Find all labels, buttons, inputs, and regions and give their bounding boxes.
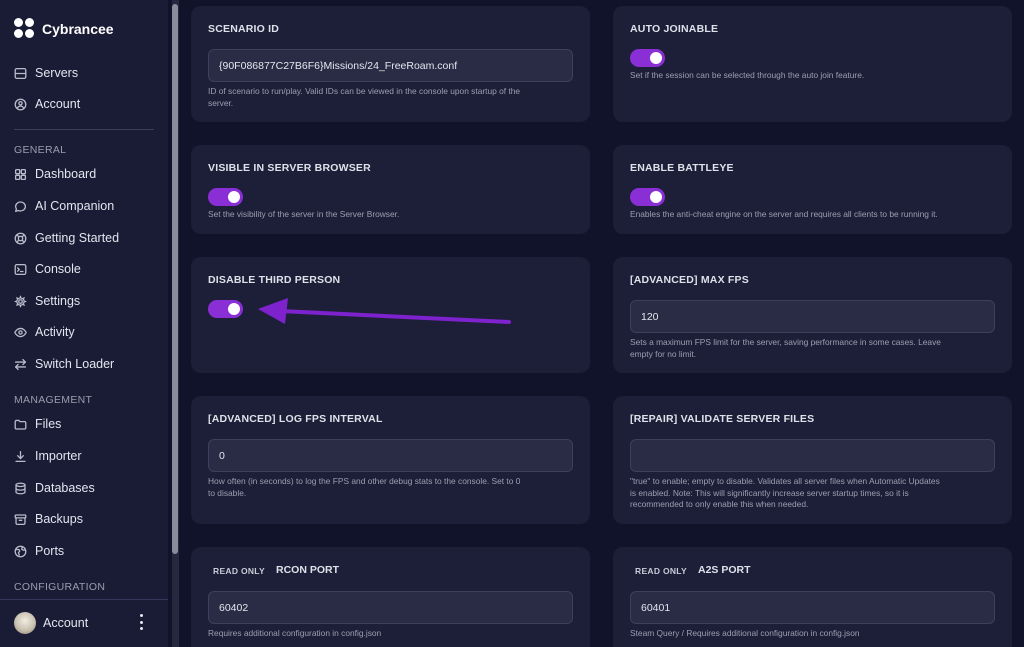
database-icon xyxy=(15,482,26,494)
download-icon xyxy=(15,450,26,462)
sidebar-item-getting-started[interactable]: Getting Started xyxy=(14,229,119,247)
sidebar-item-servers[interactable]: Servers xyxy=(14,64,78,82)
sidebar-item-label: Importer xyxy=(35,449,82,463)
setting-help: Enables the anti-cheat engine on the ser… xyxy=(630,209,938,219)
setting-help: Steam Query / Requires additional config… xyxy=(630,628,860,638)
setting-title: DISABLE THIRD PERSON xyxy=(208,274,341,286)
avatar xyxy=(14,612,36,634)
setting-title: [ADVANCED] MAX FPS xyxy=(630,274,749,286)
folder-icon xyxy=(14,419,27,430)
sidebar-scrollbar-thumb[interactable] xyxy=(172,4,178,554)
setting-help: "true" to enable; empty to disable. Vali… xyxy=(630,476,940,509)
grid-icon xyxy=(14,168,27,180)
sidebar-item-label: Activity xyxy=(35,325,75,339)
setting-title: RCON PORT xyxy=(276,564,339,576)
sidebar-item-label: Ports xyxy=(35,544,65,558)
sidebar-divider xyxy=(14,129,154,130)
annotation-arrow-icon xyxy=(258,298,511,324)
setting-help: Set if the session can be selected throu… xyxy=(630,70,865,80)
sidebar: Cybrancee Servers Account GENERAL Dashbo… xyxy=(0,0,168,647)
sidebar-item-label: Getting Started xyxy=(35,231,120,245)
setting-card-max-fps: [ADVANCED] MAX FPS 120 Sets a maximum FP… xyxy=(613,257,1012,373)
globe-icon xyxy=(14,545,27,557)
setting-card-visible-in-server-browser: VISIBLE IN SERVER BROWSER Set the visibi… xyxy=(191,145,590,234)
max-fps-input[interactable]: 120 xyxy=(630,300,995,333)
sidebar-item-ports[interactable]: Ports xyxy=(14,542,64,560)
sidebar-item-account[interactable]: Account xyxy=(14,95,80,113)
setting-card-validate-server-files: [REPAIR] VALIDATE SERVER FILES "true" to… xyxy=(613,396,1012,524)
disable-third-person-toggle[interactable] xyxy=(208,300,243,318)
archive-icon xyxy=(14,513,27,525)
visible-in-server-browser-toggle[interactable] xyxy=(208,188,243,206)
sidebar-item-label: Servers xyxy=(35,66,79,80)
setting-help: Sets a maximum FPS limit for the server,… xyxy=(630,337,941,359)
auto-joinable-toggle[interactable] xyxy=(630,49,665,67)
section-label-general: GENERAL xyxy=(14,144,67,156)
setting-help: Set the visibility of the server in the … xyxy=(208,209,400,219)
setting-title: [REPAIR] VALIDATE SERVER FILES xyxy=(630,413,815,425)
sidebar-item-label: Switch Loader xyxy=(35,357,115,371)
eye-icon xyxy=(14,327,27,337)
sidebar-item-settings[interactable]: Settings xyxy=(14,292,80,310)
setting-title: VISIBLE IN SERVER BROWSER xyxy=(208,162,371,174)
sidebar-item-activity[interactable]: Activity xyxy=(14,323,75,341)
sidebar-item-label: Settings xyxy=(35,294,81,308)
sidebar-item-dashboard[interactable]: Dashboard xyxy=(14,165,96,183)
sidebar-item-label: Dashboard xyxy=(35,167,97,181)
setting-help: How often (in seconds) to log the FPS an… xyxy=(208,476,521,498)
section-label-configuration: CONFIGURATION xyxy=(14,581,106,593)
log-fps-interval-input[interactable]: 0 xyxy=(208,439,573,472)
setting-help: Requires additional configuration in con… xyxy=(208,628,382,638)
scenario-id-input[interactable]: {90F086877C27B6F6}Missions/24_FreeRoam.c… xyxy=(208,49,573,82)
setting-card-log-fps-interval: [ADVANCED] LOG FPS INTERVAL 0 How often … xyxy=(191,396,590,524)
validate-server-files-input[interactable] xyxy=(630,439,995,472)
setting-card-a2s-port: READ ONLY A2S PORT 60401 Steam Query / R… xyxy=(613,547,1012,647)
setting-help: ID of scenario to run/play. Valid IDs ca… xyxy=(208,86,521,108)
swap-icon xyxy=(14,358,27,370)
server-icon xyxy=(14,67,27,79)
sidebar-item-label: Backups xyxy=(35,512,83,526)
sidebar-item-label: AI Companion xyxy=(35,199,115,213)
sidebar-item-label: Files xyxy=(35,417,62,431)
setting-card-scenario-id: SCENARIO ID {90F086877C27B6F6}Missions/2… xyxy=(191,6,590,122)
read-only-badge: READ ONLY xyxy=(213,566,265,576)
brand-name: Cybrancee xyxy=(42,20,114,37)
kebab-menu-icon[interactable] xyxy=(138,614,144,630)
setting-title: SCENARIO ID xyxy=(208,23,280,35)
gear-icon xyxy=(14,295,27,307)
enable-battleye-toggle[interactable] xyxy=(630,188,665,206)
setting-title: [ADVANCED] LOG FPS INTERVAL xyxy=(208,413,383,425)
lifebuoy-icon xyxy=(14,232,27,244)
setting-title: ENABLE BATTLEYE xyxy=(630,162,734,174)
setting-title: AUTO JOINABLE xyxy=(630,23,719,35)
brand-logo[interactable]: Cybrancee xyxy=(14,18,114,39)
account-menu[interactable]: Account xyxy=(0,599,168,647)
chat-icon xyxy=(14,200,27,212)
sidebar-item-console[interactable]: Console xyxy=(14,260,81,278)
section-label-management: MANAGEMENT xyxy=(14,394,93,406)
brand-logo-icon xyxy=(14,18,35,39)
terminal-icon xyxy=(14,263,27,275)
account-name: Account xyxy=(43,616,89,630)
sidebar-item-ai-companion[interactable]: AI Companion xyxy=(14,197,114,215)
sidebar-item-importer[interactable]: Importer xyxy=(14,447,82,465)
setting-card-enable-battleye: ENABLE BATTLEYE Enables the anti-cheat e… xyxy=(613,145,1012,234)
sidebar-item-label: Console xyxy=(35,262,81,276)
sidebar-item-label: Databases xyxy=(35,481,95,495)
setting-title: A2S PORT xyxy=(698,564,751,576)
sidebar-item-files[interactable]: Files xyxy=(14,415,61,433)
a2s-port-input: 60401 xyxy=(630,591,995,624)
setting-card-rcon-port: READ ONLY RCON PORT 60402 Requires addit… xyxy=(191,547,590,647)
sidebar-item-switch-loader[interactable]: Switch Loader xyxy=(14,355,114,373)
read-only-badge: READ ONLY xyxy=(635,566,687,576)
sidebar-item-label: Account xyxy=(35,97,81,111)
sidebar-item-databases[interactable]: Databases xyxy=(14,479,95,497)
setting-card-auto-joinable: AUTO JOINABLE Set if the session can be … xyxy=(613,6,1012,122)
rcon-port-input: 60402 xyxy=(208,591,573,624)
sidebar-item-backups[interactable]: Backups xyxy=(14,510,83,528)
user-circle-icon xyxy=(14,98,27,110)
